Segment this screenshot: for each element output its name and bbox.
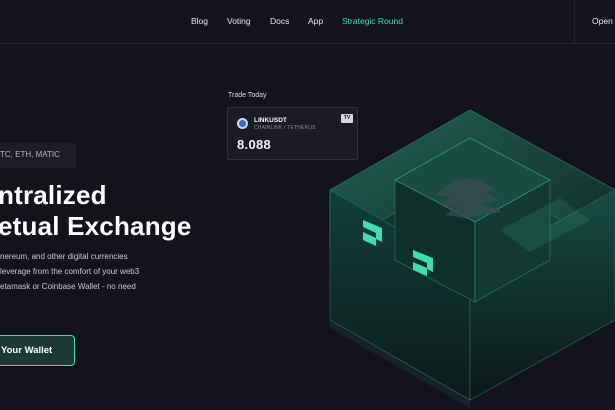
hero-description-line-3: etamask or Coinbase Wallet - no need xyxy=(0,282,136,291)
nav-divider xyxy=(574,0,575,44)
ticker-price: 8.088 xyxy=(237,137,272,152)
connect-wallet-label: Your Wallet xyxy=(1,345,53,356)
connect-wallet-button[interactable]: Your Wallet xyxy=(0,335,75,366)
nav-links: Blog Voting Docs App Strategic Round xyxy=(0,16,615,30)
supported-coins-text: TC, ETH, MATIC xyxy=(0,150,60,159)
hero-description-line-1: nereum, and other digital currencies xyxy=(0,252,128,261)
tradingview-logo-icon: TV xyxy=(341,114,353,123)
open-app-button[interactable]: Open xyxy=(592,16,613,26)
hero-headline-line-1: ntralized xyxy=(0,180,107,210)
trade-today-label: Trade Today xyxy=(228,92,267,99)
nav-link-blog[interactable]: Blog xyxy=(191,16,208,26)
hero-description-line-2: leverage from the comfort of your web3 xyxy=(0,267,140,276)
nav-link-strategic-round[interactable]: Strategic Round xyxy=(342,16,403,26)
ticker-pair: LINKUSDT xyxy=(254,117,287,124)
ticker-pair-names: CHAINLINK / TETHERUS xyxy=(254,125,316,131)
nav-link-docs[interactable]: Docs xyxy=(270,16,289,26)
chainlink-coin-icon xyxy=(237,118,248,129)
nav-link-app[interactable]: App xyxy=(308,16,323,26)
top-navigation-bar: Blog Voting Docs App Strategic Round Ope… xyxy=(0,0,615,44)
nav-link-voting[interactable]: Voting xyxy=(227,16,251,26)
ticker-card[interactable]: LINKUSDT CHAINLINK / TETHERUS TV 8.088 xyxy=(227,107,358,160)
hero-headline-line-2: etual Exchange xyxy=(0,211,192,241)
